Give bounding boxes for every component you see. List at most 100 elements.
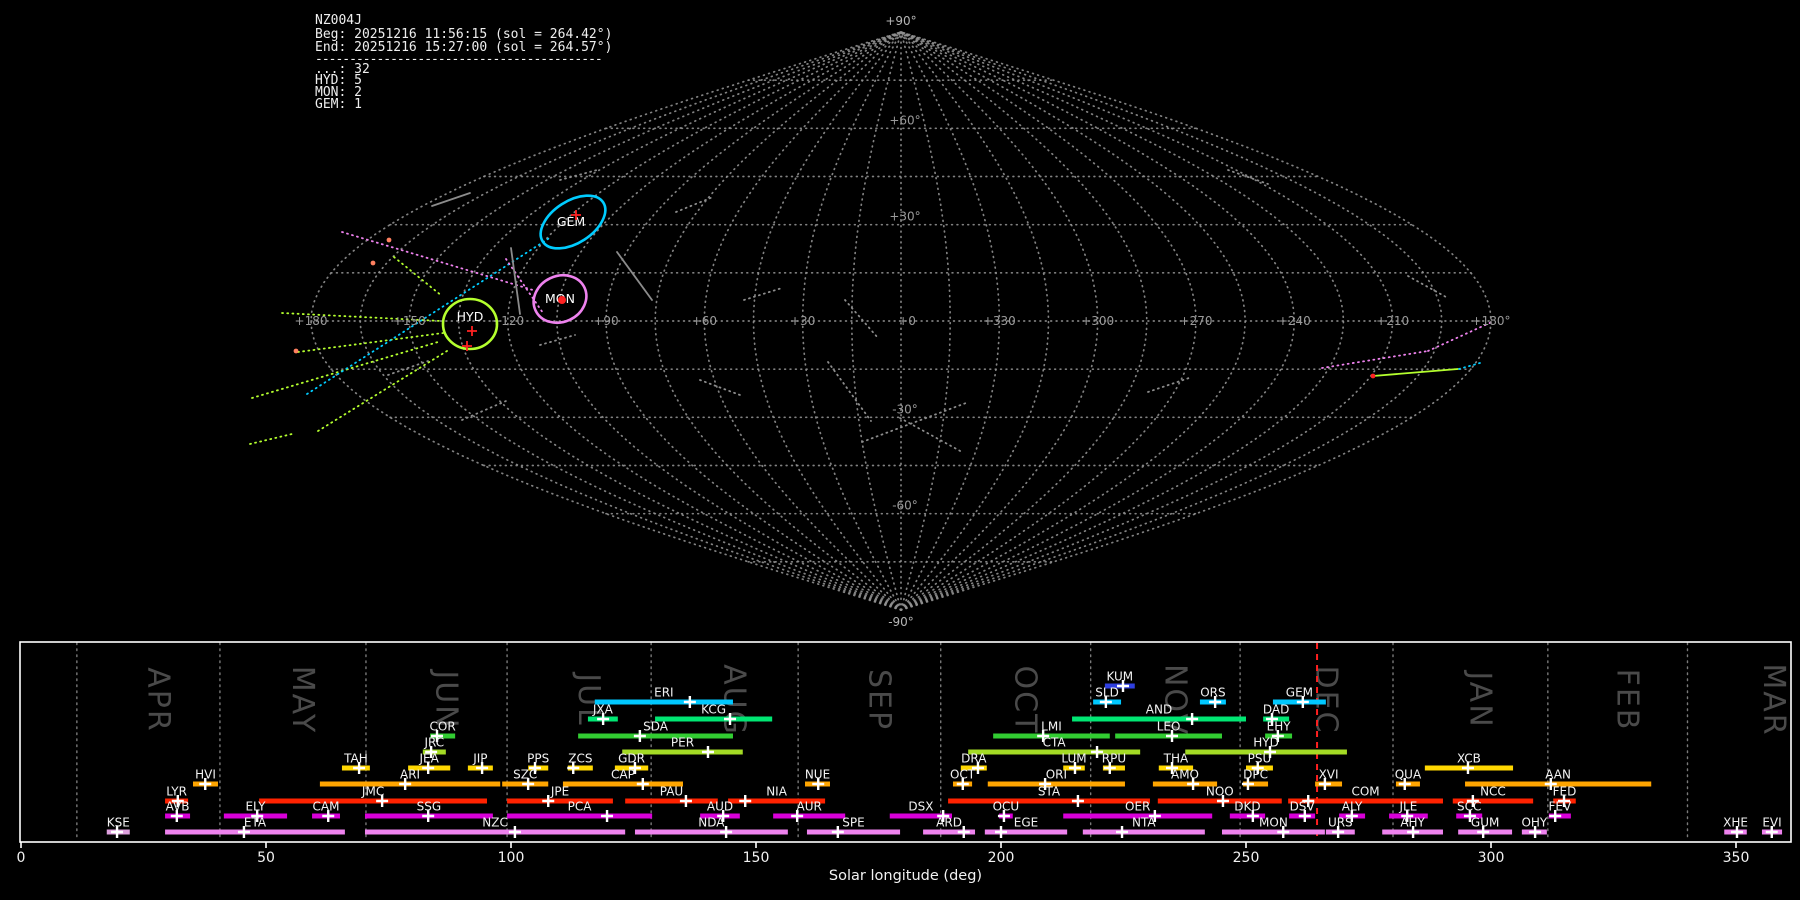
shower-bar-ege: EGE	[984, 816, 1068, 838]
shower-peak-cross	[1071, 795, 1084, 807]
shower-code-label: THA	[1163, 752, 1189, 766]
meteor-trail	[393, 256, 443, 297]
shower-code-label: ORI	[1046, 768, 1067, 782]
session-begin: Beg: 20251216 11:56:15 (sol = 264.42°)	[315, 26, 613, 42]
shower-code-label: ORS	[1200, 686, 1225, 700]
shower-code-label: HYD	[1253, 736, 1279, 750]
shower-bar-kcg: KCG	[655, 703, 773, 725]
shower-activity-span	[578, 733, 733, 739]
month-label-jan: JAN	[1462, 669, 1497, 728]
shower-code-label: GEM	[1286, 686, 1313, 700]
shower-code-label: JLE	[1399, 800, 1418, 814]
shower-code-label: LEO	[1157, 720, 1181, 734]
shower-activity-span	[948, 798, 1150, 804]
shower-code-label: NZC	[482, 816, 508, 830]
shower-code-label: FED	[1553, 785, 1577, 799]
trail-endpoint-dot	[293, 348, 299, 354]
shower-activity-span	[1082, 829, 1205, 835]
shower-code-label: ELY	[245, 800, 266, 814]
shower-code-label: MON	[1259, 816, 1288, 830]
longitude-label: +30	[790, 314, 815, 328]
shower-code-label: JMC	[361, 785, 384, 799]
shower-code-label: AHY	[1400, 816, 1425, 830]
shower-bar-eta: ETA	[165, 816, 345, 838]
shower-bar-sld: SLD	[1093, 686, 1122, 708]
shower-code-label: AAN	[1545, 768, 1571, 782]
shower-bar-ahy: AHY	[1382, 816, 1443, 838]
longitude-label: +210	[1376, 314, 1409, 328]
shower-code-label: PSU	[1248, 752, 1272, 766]
shower-code-label: SDA	[643, 720, 669, 734]
x-tick-label: 100	[498, 850, 525, 866]
meteor-trail	[1458, 362, 1481, 370]
north-pole-label: +90°	[885, 14, 916, 28]
shower-activity-span	[259, 798, 487, 804]
shower-code-label: KCG	[701, 703, 726, 717]
shower-code-label: DRA	[961, 752, 987, 766]
trail-endpoint-dot	[386, 237, 392, 243]
shower-code-label: SLD	[1095, 686, 1119, 700]
meteor-trail	[1321, 350, 1429, 369]
sky-map-and-activity-chart: +90°-90°+60°+30°-30°-60°+180 +150 +120 +90 +…	[17, 14, 1792, 884]
shower-code-label: NDA	[698, 816, 725, 830]
station-id: NZ004J	[315, 13, 362, 28]
shower-code-label: FEV	[1548, 800, 1571, 814]
meteor-trail	[1372, 368, 1459, 377]
declination-label: +30°	[889, 210, 920, 224]
shower-peak-cross	[1116, 826, 1129, 838]
longitude-label: +150	[393, 314, 426, 328]
shower-bar-xvi: XVI	[1315, 768, 1343, 790]
shower-code-label: EVI	[1762, 816, 1781, 830]
x-tick-label: 0	[17, 850, 26, 866]
shower-bar-nzc: NZC	[364, 816, 626, 838]
shower-peak-cross	[508, 826, 521, 838]
longitude-label: +60	[692, 314, 717, 328]
radiant-marker-plus	[467, 326, 477, 336]
shower-bar-oct: OCT	[950, 768, 976, 790]
shower-code-label: KUM	[1106, 670, 1133, 684]
shower-code-label: QUA	[1395, 768, 1422, 782]
shower-code-label: ETA	[244, 816, 267, 830]
meteor-trail	[387, 360, 429, 376]
shower-bar-pau: PAU	[625, 785, 718, 807]
meteor-observation-screen: +90° -90° +60° +30° -30° -60° +180 +150 +120 +90 +…	[0, 0, 1800, 900]
shower-code-label: NIA	[766, 785, 788, 799]
meteor-trail	[341, 231, 537, 292]
shower-bar-rpu: RPU	[1102, 752, 1126, 774]
meteor-trail	[559, 169, 598, 181]
shower-bar-noo: NOO	[1157, 785, 1282, 807]
month-label-apr: APR	[140, 667, 175, 732]
declination-label: -60°	[892, 499, 918, 513]
shower-code-label: OHY	[1521, 816, 1547, 830]
shower-code-label: OCT	[950, 768, 976, 782]
shower-code-label: PER	[671, 736, 694, 750]
longitude-label: +330	[983, 314, 1016, 328]
meteor-trail	[844, 299, 879, 339]
radiant-label-hyd: HYD	[457, 309, 484, 324]
radiant-ellipse-hyd	[441, 297, 499, 351]
shower-code-label: GUM	[1471, 816, 1499, 830]
meteor-trail	[251, 341, 439, 399]
shower-activity-span	[625, 798, 718, 804]
radiant-label-gem: GEM	[557, 214, 585, 229]
shower-code-label: PCA	[568, 800, 593, 814]
shower-code-label: CAP	[611, 768, 635, 782]
shower-code-label: PAU	[660, 785, 683, 799]
shower-code-label: EHY	[1267, 720, 1292, 734]
shower-code-label: SCC	[1457, 800, 1481, 814]
shower-code-label: HVI	[195, 768, 216, 782]
shower-code-label: COM	[1351, 785, 1379, 799]
x-tick-label: 300	[1478, 850, 1505, 866]
trail-endpoint-dot	[370, 260, 376, 266]
radiant-marker-dot	[558, 296, 566, 304]
x-tick-label: 50	[257, 850, 275, 866]
shower-bar-jmc: JMC	[259, 785, 487, 807]
shower-bar-jpe: JPE	[507, 785, 613, 807]
shower-bar-zcs: ZCS	[567, 752, 593, 774]
shower-peak-cross	[995, 826, 1007, 838]
meteor-trail	[539, 334, 576, 346]
shower-activity-span	[165, 829, 345, 835]
shower-code-label: EGE	[1014, 816, 1038, 830]
shower-activity-span	[507, 813, 653, 819]
shower-peak-cross	[739, 795, 752, 807]
